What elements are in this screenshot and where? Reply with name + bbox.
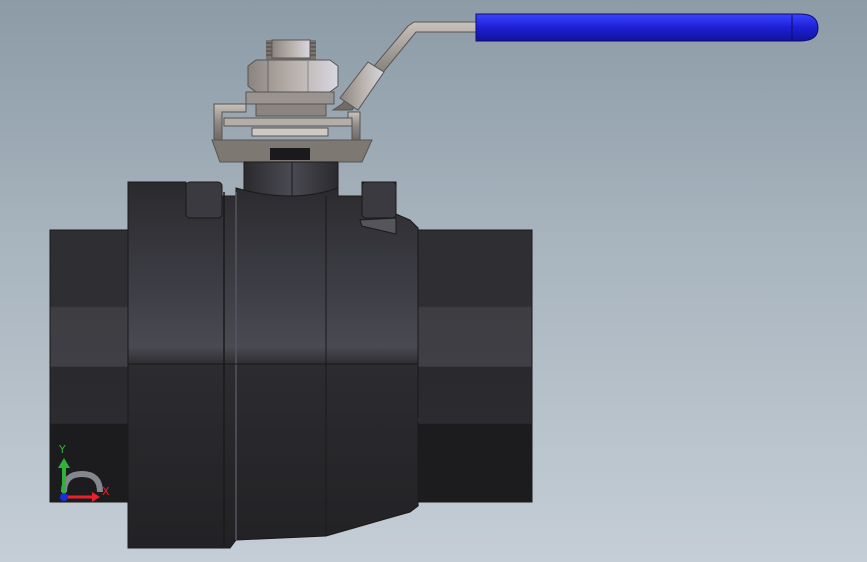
valve-body [127,181,419,549]
valve-model[interactable] [0,0,867,562]
handle-lever[interactable] [331,13,819,111]
right-end-connector [409,229,533,503]
cad-viewport[interactable]: X Y [0,0,867,562]
stem-nut-assembly [245,39,339,117]
z-axis-dot [60,493,68,501]
triad-x-label: X [102,485,110,498]
handle-grip [475,13,819,42]
triad-y-label: Y [59,443,66,456]
